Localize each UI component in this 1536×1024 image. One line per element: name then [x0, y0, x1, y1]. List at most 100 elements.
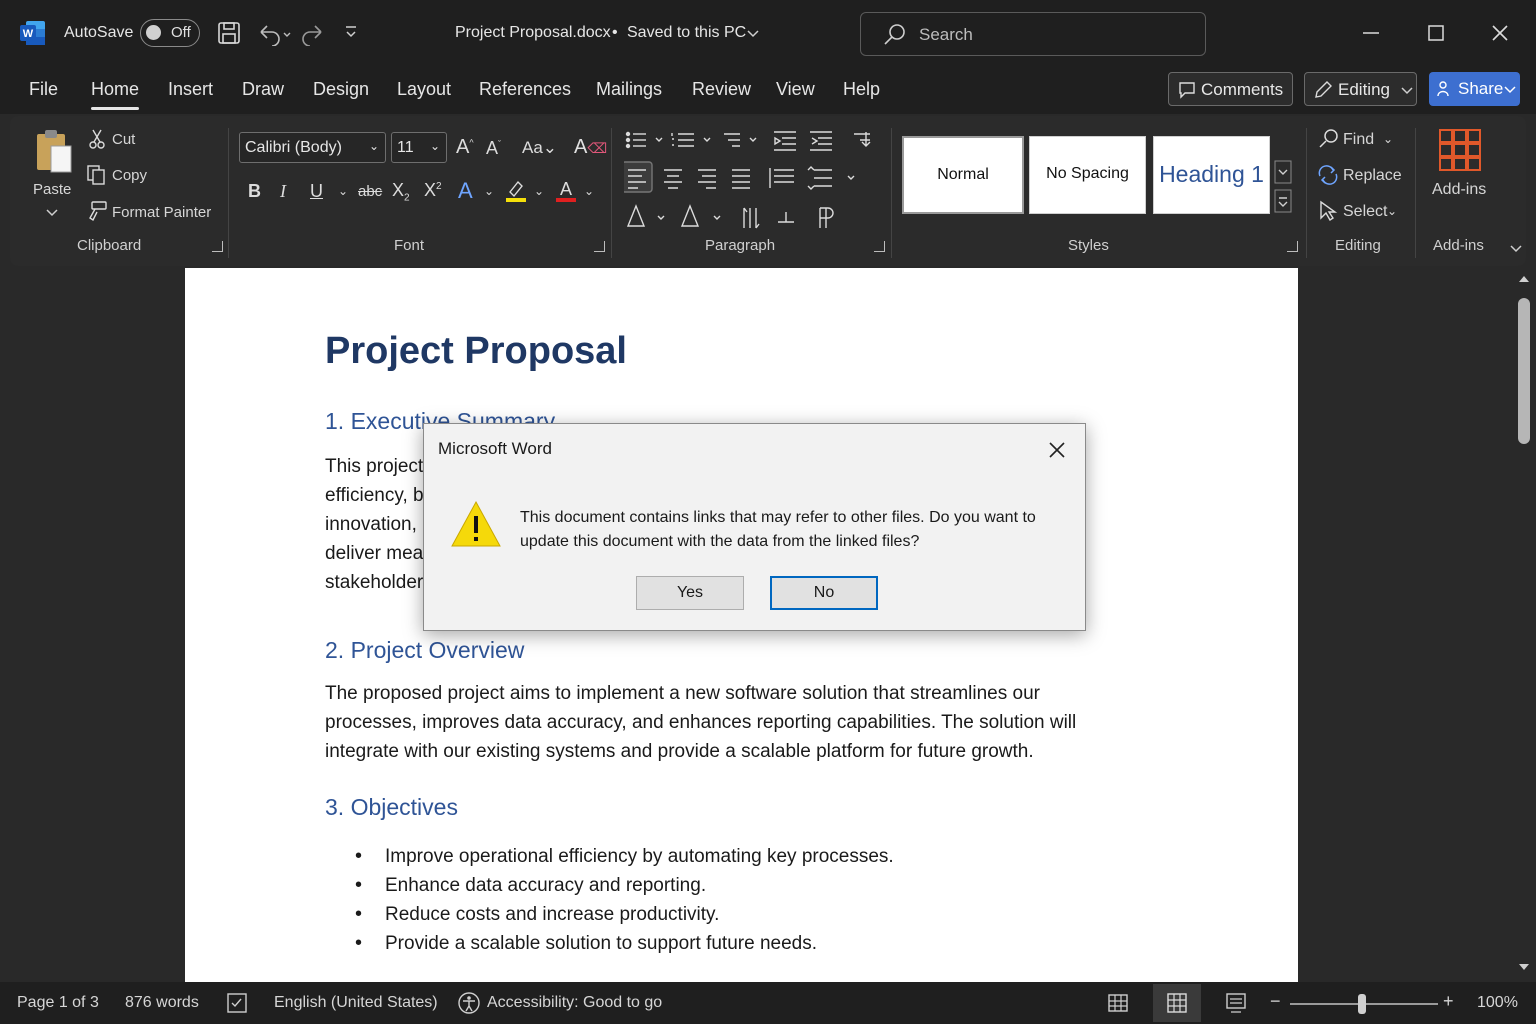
yes-button[interactable]: Yes — [636, 576, 744, 610]
find-icon[interactable] — [1318, 128, 1340, 150]
status-bar: Page 1 of 3 876 words English (United St… — [0, 982, 1536, 1024]
paste-icon[interactable] — [33, 128, 75, 178]
style-no-spacing[interactable]: No Spacing — [1029, 136, 1146, 214]
save-icon[interactable] — [216, 20, 242, 46]
underline-icon[interactable]: U — [310, 181, 323, 202]
find-label[interactable]: Find — [1343, 131, 1374, 149]
add-ins-icon[interactable] — [1438, 128, 1482, 172]
save-status[interactable]: Saved to this PC — [627, 24, 746, 42]
svg-text:A: A — [560, 179, 572, 199]
tab-review[interactable]: Review — [692, 79, 751, 100]
scrollbar-thumb[interactable] — [1518, 298, 1530, 444]
customize-toolbar-icon[interactable] — [344, 25, 358, 41]
font-family-value: Calibri (Body) — [245, 139, 342, 156]
editing-mode-button[interactable]: Editing — [1304, 72, 1417, 106]
svg-text:W: W — [23, 28, 34, 40]
list-item: Enhance data accuracy and reporting. — [355, 871, 894, 900]
chevron-down-icon[interactable]: ⌄ — [484, 184, 494, 198]
comments-button[interactable]: Comments — [1168, 72, 1293, 106]
tab-draw[interactable]: Draw — [242, 79, 284, 100]
zoom-in-icon[interactable]: + — [1443, 991, 1454, 1012]
chevron-down-icon[interactable]: ⌄ — [1383, 132, 1393, 146]
tab-design[interactable]: Design — [313, 79, 369, 100]
font-family-select[interactable]: Calibri (Body) ⌄ — [239, 132, 386, 163]
zoom-out-icon[interactable]: − — [1270, 991, 1281, 1012]
font-size-select[interactable]: 11 ⌄ — [391, 132, 447, 163]
clipboard-launcher-icon[interactable] — [212, 241, 223, 252]
bold-icon[interactable]: B — [248, 181, 261, 202]
tab-insert[interactable]: Insert — [168, 79, 213, 100]
chevron-down-icon[interactable]: ⌄ — [584, 184, 594, 198]
replace-label[interactable]: Replace — [1343, 167, 1402, 185]
font-launcher-icon[interactable] — [594, 241, 605, 252]
tab-mailings[interactable]: Mailings — [596, 79, 662, 100]
paragraph-launcher-icon[interactable] — [874, 241, 885, 252]
clear-formatting-icon[interactable]: A⌫ — [574, 136, 607, 159]
tab-help[interactable]: Help — [843, 79, 880, 100]
tab-references[interactable]: References — [479, 79, 571, 100]
word-count[interactable]: 876 words — [125, 994, 199, 1012]
tab-view[interactable]: View — [776, 79, 815, 100]
zoom-level[interactable]: 100% — [1477, 994, 1518, 1012]
share-button[interactable]: Share — [1429, 72, 1520, 106]
tab-home[interactable]: Home — [91, 79, 140, 110]
print-layout-icon[interactable] — [1166, 992, 1188, 1014]
close-window-icon[interactable] — [1485, 18, 1515, 48]
page-count[interactable]: Page 1 of 3 — [17, 994, 99, 1012]
select-icon[interactable] — [1318, 200, 1340, 222]
maximize-icon[interactable] — [1421, 18, 1451, 48]
accessibility-icon[interactable] — [457, 991, 481, 1015]
grow-font-icon[interactable]: A^ — [456, 136, 474, 159]
style-normal[interactable]: Normal — [902, 136, 1024, 214]
paste-label[interactable]: Paste — [33, 181, 71, 198]
zoom-slider-thumb[interactable] — [1358, 994, 1366, 1014]
redo-icon[interactable] — [300, 20, 328, 46]
no-button[interactable]: No — [770, 576, 878, 610]
format-painter-icon[interactable] — [86, 200, 108, 222]
chevron-down-icon[interactable] — [747, 29, 759, 39]
word-logo-icon: W — [20, 21, 45, 45]
proofing-icon[interactable] — [226, 992, 248, 1014]
autosave-toggle[interactable]: Off — [140, 19, 200, 47]
chevron-down-icon[interactable] — [46, 208, 58, 218]
select-label[interactable]: Select — [1343, 203, 1387, 221]
accessibility-status[interactable]: Accessibility: Good to go — [487, 994, 662, 1012]
tab-file[interactable]: File — [29, 79, 58, 100]
scroll-up-icon[interactable] — [1518, 274, 1530, 284]
web-layout-icon[interactable] — [1225, 992, 1247, 1014]
copy-icon[interactable] — [86, 164, 106, 186]
copy-label[interactable]: Copy — [112, 167, 147, 184]
styles-launcher-icon[interactable] — [1287, 241, 1298, 252]
change-case-icon[interactable]: Aa⌄ — [522, 138, 557, 158]
highlight-icon[interactable] — [504, 178, 528, 204]
font-color-icon[interactable]: A — [554, 178, 578, 204]
clipboard-group-label: Clipboard — [77, 237, 142, 254]
text-effects-icon[interactable]: A — [458, 178, 473, 204]
dialog-close-icon[interactable] — [1045, 438, 1069, 462]
styles-scroll-icon[interactable] — [1274, 160, 1292, 216]
paragraph-tools-icon[interactable] — [624, 128, 884, 234]
cut-label[interactable]: Cut — [112, 131, 135, 148]
chevron-down-icon[interactable]: ⌄ — [534, 184, 544, 198]
cut-icon[interactable] — [88, 128, 106, 150]
read-mode-icon[interactable] — [1107, 992, 1129, 1014]
strikethrough-icon[interactable]: abc — [358, 183, 382, 200]
italic-icon[interactable]: I — [280, 181, 286, 202]
superscript-icon[interactable]: X2 — [424, 180, 442, 201]
subscript-icon[interactable]: X2 — [392, 180, 410, 204]
chevron-down-icon[interactable]: ⌄ — [1387, 204, 1397, 218]
format-painter-label[interactable]: Format Painter — [112, 204, 211, 221]
language[interactable]: English (United States) — [274, 994, 438, 1012]
scroll-down-icon[interactable] — [1518, 962, 1530, 972]
replace-icon[interactable] — [1317, 164, 1339, 186]
shrink-font-icon[interactable]: Aˇ — [486, 138, 501, 159]
chevron-down-icon[interactable]: ⌄ — [338, 184, 348, 198]
tab-layout[interactable]: Layout — [397, 79, 451, 100]
search-box[interactable]: Search — [860, 12, 1206, 56]
add-ins-button-label[interactable]: Add-ins — [1432, 181, 1486, 199]
document-title[interactable]: Project Proposal.docx — [455, 24, 611, 42]
undo-icon[interactable] — [256, 20, 294, 46]
collapse-ribbon-icon[interactable] — [1510, 244, 1522, 254]
minimize-icon[interactable] — [1356, 18, 1386, 48]
style-heading-1[interactable]: Heading 1 — [1153, 136, 1270, 214]
